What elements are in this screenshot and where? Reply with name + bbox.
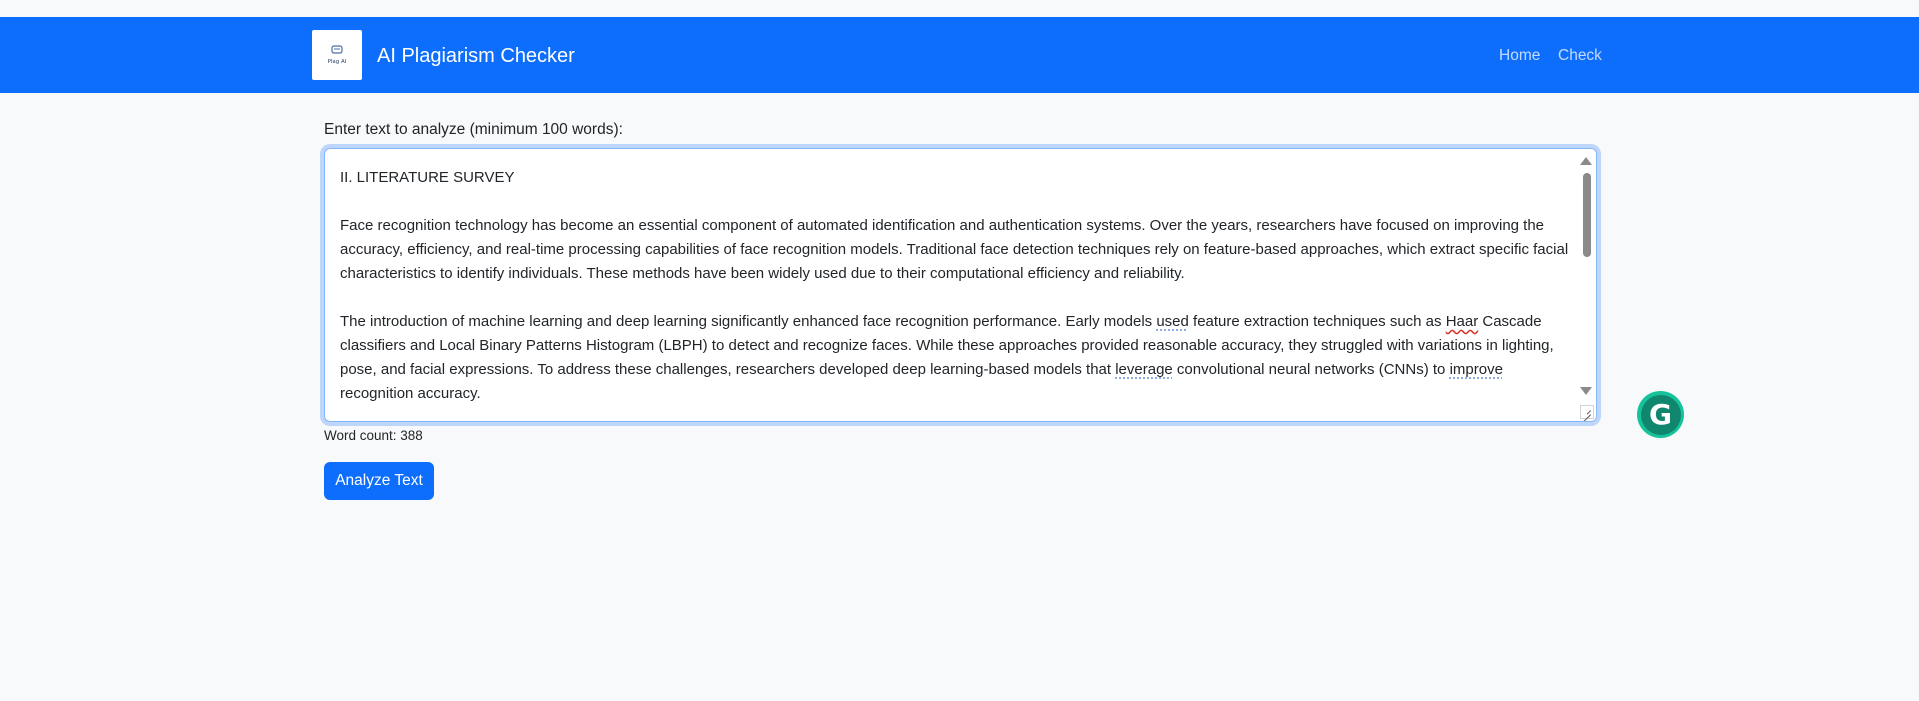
scroll-up-arrow-icon[interactable] [1580, 157, 1592, 165]
text-paragraph-2: The introduction of machine learning and… [340, 310, 1572, 406]
grammarly-icon[interactable]: G [1637, 391, 1684, 438]
grammarly-letter: G [1640, 394, 1681, 435]
text-segment: feature extraction techniques such as [1188, 313, 1446, 330]
spelling-error-word[interactable]: Haar [1446, 313, 1479, 330]
scroll-down-arrow-icon[interactable] [1580, 387, 1592, 395]
vertical-scrollbar[interactable] [1579, 149, 1596, 421]
text-paragraph-1: Face recognition technology has become a… [340, 217, 1569, 282]
textarea-label: Enter text to analyze (minimum 100 words… [324, 121, 623, 138]
logo-icon: Plag AI [328, 45, 347, 65]
textarea-text[interactable]: II. LITERATURE SURVEY Face recognition t… [340, 166, 1572, 406]
nav-link-check[interactable]: Check [1558, 47, 1602, 65]
text-segment: convolutional neural networks (CNNs) to [1172, 361, 1450, 378]
navbar: Plag AI AI Plagiarism Checker Home Check [0, 17, 1919, 93]
nav-link-home[interactable]: Home [1499, 47, 1540, 65]
brand-title[interactable]: AI Plagiarism Checker [377, 45, 575, 68]
top-strip [0, 0, 1919, 17]
text-heading: II. LITERATURE SURVEY [340, 169, 515, 186]
scroll-thumb[interactable] [1583, 173, 1591, 257]
suggestion-word[interactable]: used [1156, 313, 1189, 330]
text-segment: recognition accuracy. [340, 385, 481, 402]
word-count: Word count: 388 [324, 428, 423, 443]
text-segment: The introduction of machine learning and… [340, 313, 1157, 330]
svg-text:Plag AI: Plag AI [328, 59, 347, 65]
brand-logo[interactable]: Plag AI [312, 30, 362, 80]
analyze-text-button[interactable]: Analyze Text [324, 462, 434, 500]
resize-handle-icon[interactable] [1580, 405, 1594, 419]
text-input-area[interactable]: II. LITERATURE SURVEY Face recognition t… [324, 148, 1597, 422]
suggestion-word[interactable]: leverage [1115, 361, 1173, 378]
suggestion-word[interactable]: improve [1450, 361, 1503, 378]
